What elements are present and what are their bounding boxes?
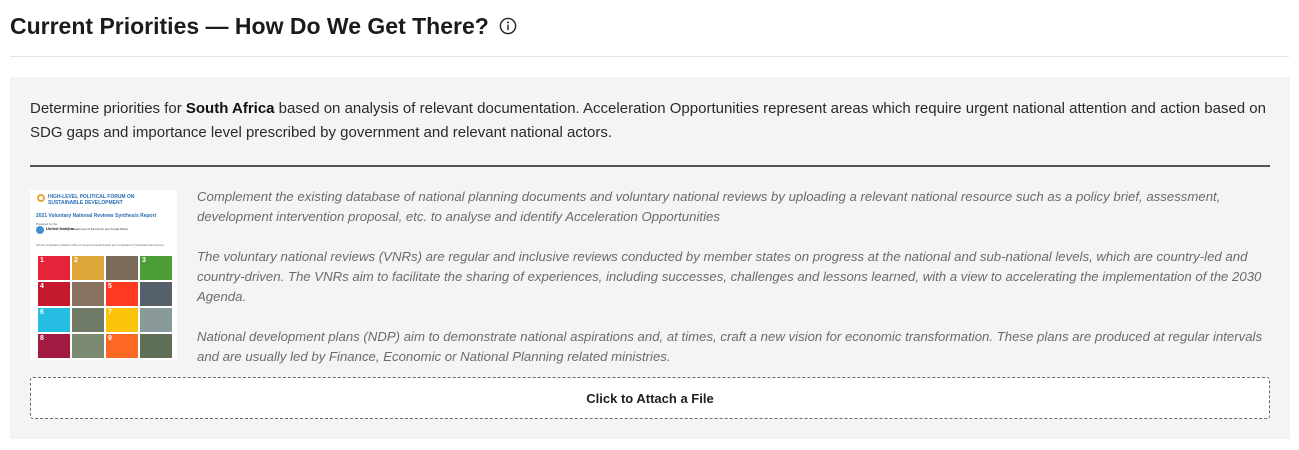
- thumbnail-report-title: 2021 Voluntary National Reviews Synthesi…: [36, 213, 157, 219]
- sdg-tile-number: 9: [108, 335, 112, 342]
- sdg-tile: [140, 282, 172, 306]
- hlpf-logo-icon: [37, 194, 45, 202]
- sdg-tile: 5: [106, 282, 138, 306]
- info-circle-icon[interactable]: [499, 17, 517, 35]
- sdg-tile-number: 3: [142, 257, 146, 264]
- sdg-tile: 4: [38, 282, 70, 306]
- page-header: Current Priorities — How Do We Get There…: [10, 10, 1289, 57]
- intro-text: Determine priorities for South Africa ba…: [30, 97, 1270, 145]
- description-ndp: National development plans (NDP) aim to …: [197, 329, 1263, 364]
- page-title: Current Priorities — How Do We Get There…: [10, 13, 489, 39]
- sdg-tile: [106, 256, 138, 280]
- sdg-tile: 9: [106, 334, 138, 358]
- sdg-tile-number: 1: [40, 257, 44, 264]
- sdg-tile: 1: [38, 256, 70, 280]
- attach-file-button[interactable]: Click to Attach a File: [30, 377, 1270, 419]
- sdg-tile: [72, 282, 104, 306]
- priorities-panel: Determine priorities for South Africa ba…: [10, 77, 1290, 439]
- sdg-tile: 3: [140, 256, 172, 280]
- description-vnr: The voluntary national reviews (VNRs) ar…: [197, 249, 1262, 304]
- description-block: Complement the existing database of nati…: [197, 187, 1277, 387]
- country-name: South Africa: [185, 100, 275, 117]
- sdg-tile-number: 7: [108, 309, 112, 316]
- sdg-tile-number: 2: [74, 257, 78, 264]
- thumbnail-org-dept: Department of Economic and Social Affair…: [68, 227, 128, 231]
- thumbnail-forum-title: HIGH-LEVEL POLITICAL FORUM ON SUSTAINABL…: [48, 194, 135, 206]
- thumbnail-credit: with the coordination of DESA's Office o…: [36, 244, 164, 247]
- sdg-tile-number: 4: [40, 283, 44, 290]
- sdg-tile-number: 5: [108, 283, 112, 290]
- vnr-report-thumbnail: HIGH-LEVEL POLITICAL FORUM ON SUSTAINABL…: [30, 190, 177, 360]
- sdg-tile-number: 6: [40, 309, 44, 316]
- intro-prefix: Determine priorities for: [30, 100, 186, 117]
- sdg-tile: 7: [106, 308, 138, 332]
- sdg-tile: 8: [38, 334, 70, 358]
- sdg-tile: [140, 308, 172, 332]
- sdg-tile: [72, 334, 104, 358]
- sdg-tile: 2: [72, 256, 104, 280]
- description-upload: Complement the existing database of nati…: [197, 189, 1221, 224]
- sdg-tile: 6: [38, 308, 70, 332]
- un-emblem-icon: [36, 226, 44, 234]
- section-divider: [30, 165, 1270, 167]
- sdg-tile: [72, 308, 104, 332]
- sdg-tile: [140, 334, 172, 358]
- sdg-tile-number: 8: [40, 335, 44, 342]
- sdg-tile-grid: 1 2 3 4 5 6 7 8 9: [38, 256, 172, 358]
